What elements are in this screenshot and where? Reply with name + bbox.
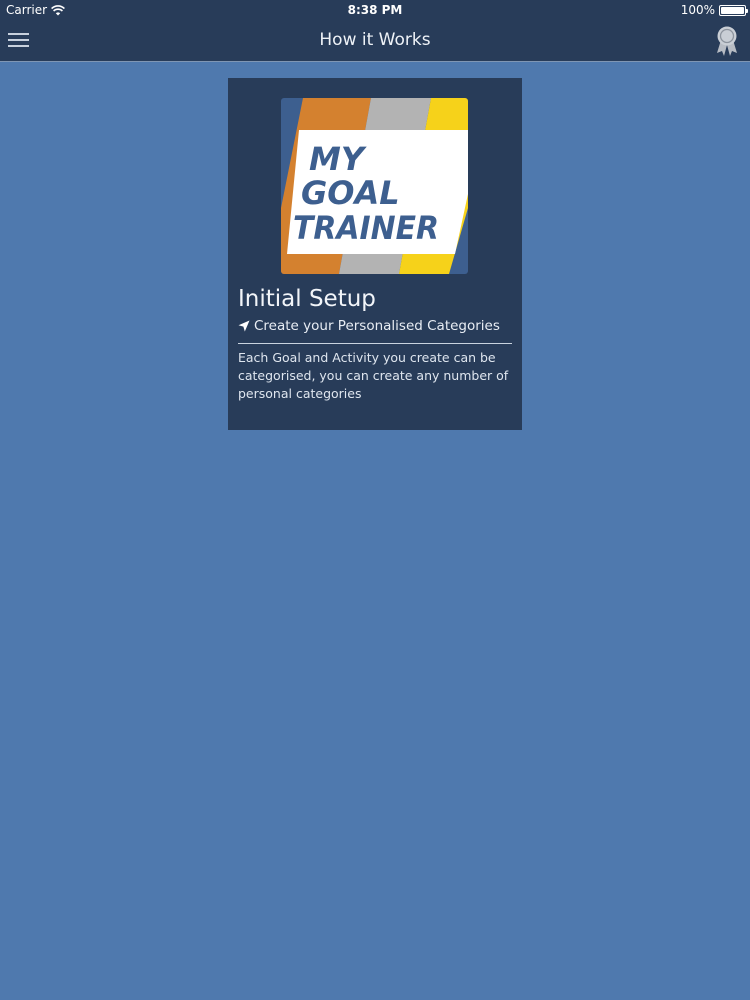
card-divider	[238, 343, 512, 344]
my-goal-trainer-logo: MY GOAL TRAINER	[281, 98, 468, 274]
card-subtitle-text: Create your Personalised Categories	[254, 318, 500, 334]
status-bar: Carrier 8:38 PM 100%	[0, 0, 750, 20]
nav-bar: How it Works	[0, 20, 750, 62]
battery-icon	[719, 4, 748, 16]
status-time: 8:38 PM	[347, 3, 403, 17]
top-bar: Carrier 8:38 PM 100% How it Works	[0, 0, 750, 62]
card-subtitle: Create your Personalised Categories	[238, 318, 500, 334]
page-title: How it Works	[319, 30, 431, 50]
logo-line-3: TRAINER	[293, 209, 439, 247]
location-arrow-icon	[238, 320, 250, 332]
how-it-works-card[interactable]: MY GOAL TRAINER Initial Setup Create you…	[228, 78, 522, 430]
card-description: Each Goal and Activity you create can be…	[238, 350, 509, 401]
logo-line-1: MY	[309, 140, 367, 178]
card-title: Initial Setup	[238, 286, 376, 312]
logo-line-2: GOAL	[301, 174, 400, 212]
battery-group: 100%	[680, 3, 748, 17]
battery-label: 100%	[680, 3, 715, 17]
award-ribbon-icon[interactable]	[714, 25, 740, 57]
